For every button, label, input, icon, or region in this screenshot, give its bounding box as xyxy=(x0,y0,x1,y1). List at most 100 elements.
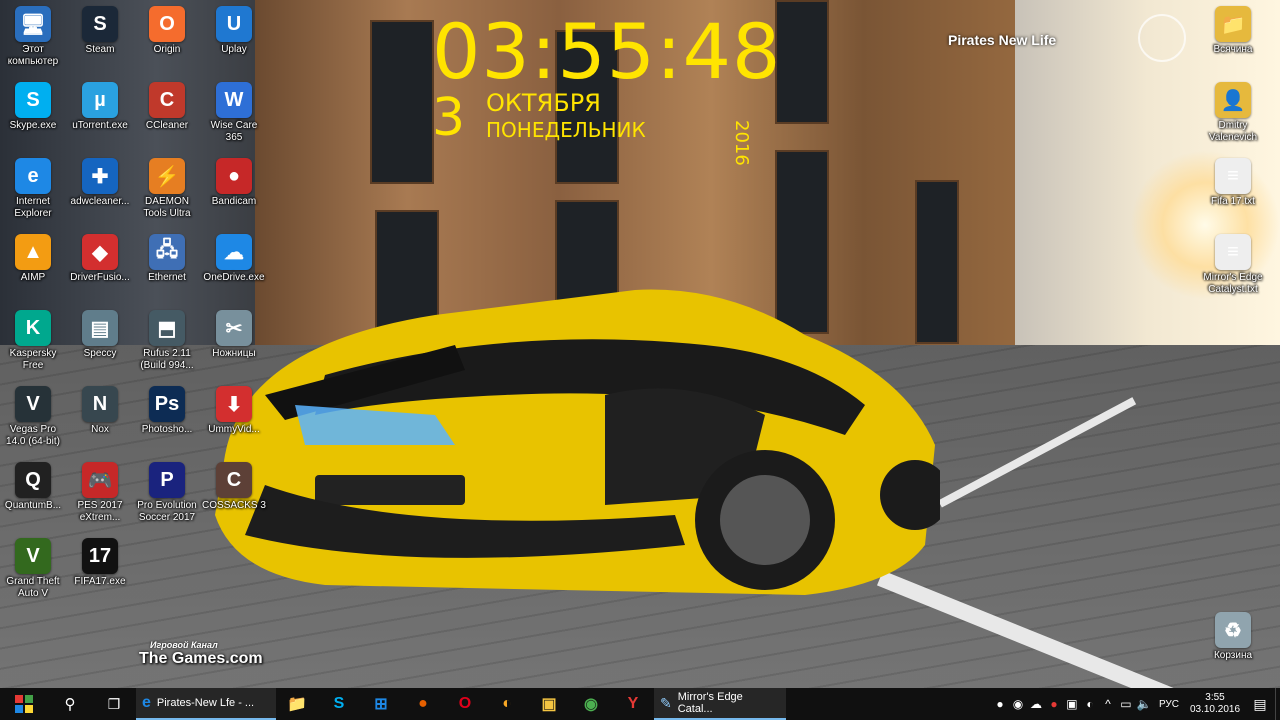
desktop-icon-wisecare[interactable]: W Wise Care 365 xyxy=(201,76,267,144)
firefox-icon: ● xyxy=(418,695,428,712)
pes2017-icon: 🎮 xyxy=(82,462,118,498)
desktop-icon-origin[interactable]: O Origin xyxy=(134,0,200,56)
desktop-icon-quantum[interactable]: Q QuantumB... xyxy=(0,456,66,512)
tray-bandicam-icon[interactable]: ● xyxy=(1045,697,1063,711)
desktop-icon-utorrent[interactable]: µ uTorrent.exe xyxy=(67,76,133,132)
tray-app-icon[interactable]: ● xyxy=(991,697,1009,711)
tray-app-icon[interactable]: ◉ xyxy=(1009,697,1027,711)
pirates-overlay-title: Pirates New Life xyxy=(948,32,1057,48)
ie-icon: e xyxy=(15,158,51,194)
taskbar-pinned-skype[interactable]: S xyxy=(318,688,360,720)
desktop-icon-pes2017[interactable]: 🎮 PES 2017 eXtrem... xyxy=(67,456,133,524)
desktop-icon-label: Ethernet xyxy=(148,272,186,283)
desktop-icon-label: Steam xyxy=(85,44,115,55)
desktop-icon-daemon[interactable]: ⚡ DAEMON Tools Ultra xyxy=(134,152,200,220)
input-language[interactable]: РУС xyxy=(1153,699,1185,710)
desktop-icon-skype[interactable]: S Skype.exe xyxy=(0,76,66,132)
desktop-icon-driverfusion[interactable]: ◆ DriverFusio... xyxy=(67,228,133,284)
desktop-icon-label: Origin xyxy=(153,44,181,55)
desktop-icon-label: Dmitry Valenevich xyxy=(1208,120,1258,143)
taskbar-pinned-yandex[interactable]: Y xyxy=(612,688,654,720)
desktop-icon-cossacks[interactable]: C COSSACKS 3 xyxy=(201,456,267,512)
desktop-icon-kaspersky[interactable]: K Kaspersky Free xyxy=(0,304,66,372)
desktop-icon-label: Kaspersky Free xyxy=(9,348,57,371)
desktop-icon-rufus[interactable]: ⬒ Rufus 2.11 (Build 994... xyxy=(134,304,200,372)
desktop-icon-nox[interactable]: N Nox xyxy=(67,380,133,436)
circle-decoration xyxy=(1138,14,1186,62)
desktop-icon-ethernet[interactable]: 🖧 Ethernet xyxy=(134,228,200,284)
desktop-icon-label: Speccy xyxy=(83,348,117,359)
bandicam-icon: ● xyxy=(216,158,252,194)
volume-icon[interactable]: 🔈 xyxy=(1135,697,1153,711)
desktop-icon-bandicam[interactable]: ● Bandicam xyxy=(201,152,267,208)
taskbar-task-pirates[interactable]: e Pirates-New Lfe - ... xyxy=(136,688,276,720)
yandex-icon: Y xyxy=(627,695,639,712)
system-tray: ● ◉ ☁ ● ▣ ◐ ^ ▭ 🔈 РУС 3:55 03.10.2016 ▤ xyxy=(991,688,1280,720)
desktop-icon-fifa-txt[interactable]: ≡ Fifa 17.txt xyxy=(1200,152,1266,208)
pes-icon: P xyxy=(149,462,185,498)
taskbar-pinned-store[interactable]: ⊞ xyxy=(360,688,402,720)
taskbar-pinned-chrome[interactable]: ◉ xyxy=(570,688,612,720)
tray-app-icon[interactable]: ☁ xyxy=(1027,697,1045,711)
desktop-icon-scissors[interactable]: ✂ Ножницы xyxy=(201,304,267,360)
taskbar-pinned-firefox[interactable]: ● xyxy=(402,688,444,720)
tray-app-icon[interactable]: ▣ xyxy=(1063,697,1081,711)
task-view-button[interactable]: ❐ xyxy=(92,688,136,720)
tray-app-icon[interactable]: ◐ xyxy=(1081,697,1099,711)
desktop-icon-fifa[interactable]: 17 FIFA17.exe xyxy=(67,532,133,588)
photoshop-icon: Ps xyxy=(149,386,185,422)
show-desktop-button[interactable] xyxy=(1275,688,1280,720)
taskbar-task-label: Mirror's Edge Catal... xyxy=(677,691,743,715)
desktop-icon-ccleaner[interactable]: C CCleaner xyxy=(134,76,200,132)
taskbar-task-mirrors-edge[interactable]: ✎ Mirror's Edge Catal... xyxy=(654,688,786,720)
desktop-icon-onedrive[interactable]: ☁ OneDrive.exe xyxy=(201,228,267,284)
desktop-icon-label: COSSACKS 3 xyxy=(202,500,266,511)
taskbar-clock[interactable]: 3:55 03.10.2016 xyxy=(1185,692,1245,716)
desktop-icon-pes[interactable]: P Pro Evolution Soccer 2017 xyxy=(134,456,200,524)
desktop-icon-label: Этот компьютер xyxy=(7,44,59,67)
skype-icon: S xyxy=(333,695,345,712)
taskbar-pinned-folder2[interactable]: ▣ xyxy=(528,688,570,720)
cossacks-icon: C xyxy=(216,462,252,498)
driverfusion-icon: ◆ xyxy=(82,234,118,270)
desktop-icon-aimp[interactable]: ▲ AIMP xyxy=(0,228,66,284)
show-hidden-icons-chevron-icon[interactable]: ^ xyxy=(1099,697,1117,711)
network-icon[interactable]: ▭ xyxy=(1117,697,1135,711)
clock-widget-weekday: ПОНЕДЕЛЬНИК xyxy=(486,118,646,142)
fifa-icon: 17 xyxy=(82,538,118,574)
recycle-icon: ♻ xyxy=(1215,612,1251,648)
taskbar: ⚲ ❐ e Pirates-New Lfe - ... 📁 S ⊞ ● O ◐ ▣ ◉ Y ✎ … xyxy=(0,688,1280,720)
desktop-icon-photoshop[interactable]: Ps Photosho... xyxy=(134,380,200,436)
desktop-icon-vegas[interactable]: V Vegas Pro 14.0 (64-bit) xyxy=(0,380,66,448)
desktop-icon-label: UmmyVid... xyxy=(208,424,260,435)
desktop-icon-ummy[interactable]: ⬇ UmmyVid... xyxy=(201,380,267,436)
desktop-icon-recycle[interactable]: ♻ Корзина xyxy=(1200,606,1266,662)
desktop-icon-steam[interactable]: S Steam xyxy=(67,0,133,56)
action-center-icon[interactable]: ▤ xyxy=(1245,696,1275,713)
desktop-icon-ie[interactable]: e Internet Explorer xyxy=(0,152,66,220)
desktop-icon-label: FIFA17.exe xyxy=(74,576,126,587)
desktop-icon-gta[interactable]: V Grand Theft Auto V xyxy=(0,532,66,600)
desktop-icon-speccy[interactable]: ▤ Speccy xyxy=(67,304,133,360)
taskbar-pinned-opera[interactable]: O xyxy=(444,688,486,720)
start-button[interactable] xyxy=(0,688,48,720)
taskbar-pinned-palette[interactable]: ◐ xyxy=(486,688,528,720)
taskbar-pinned-apps: 📁 S ⊞ ● O ◐ ▣ ◉ Y xyxy=(276,688,654,720)
desktop-icon-label: Ножницы xyxy=(212,348,256,359)
desktop-icon-label: Wise Care 365 xyxy=(210,120,258,143)
desktop-icon-vsyachina[interactable]: 📁 Всячина xyxy=(1200,0,1266,56)
desktop-icon-adwcleaner[interactable]: ✚ adwcleaner... xyxy=(67,152,133,208)
desktop-icon-this-pc[interactable]: 🖥 Этот компьютер xyxy=(0,0,66,68)
desktop-icon-user-folder[interactable]: 👤 Dmitry Valenevich xyxy=(1200,76,1266,144)
quantum-icon: Q xyxy=(15,462,51,498)
taskbar-pinned-explorer[interactable]: 📁 xyxy=(276,688,318,720)
desktop-icon-label: PES 2017 eXtrem... xyxy=(77,500,123,523)
skype-icon: S xyxy=(15,82,51,118)
desktop-icon-mirrors-txt[interactable]: ≡ Mirror's Edge Catalyst.txt xyxy=(1200,228,1266,296)
search-button[interactable]: ⚲ xyxy=(48,688,92,720)
palette-icon: ◐ xyxy=(502,695,512,712)
taskbar-date: 03.10.2016 xyxy=(1189,704,1241,715)
desktop-icon-label: Grand Theft Auto V xyxy=(6,576,60,599)
desktop-icon-uplay[interactable]: U Uplay xyxy=(201,0,267,56)
onedrive-icon: ☁ xyxy=(216,234,252,270)
